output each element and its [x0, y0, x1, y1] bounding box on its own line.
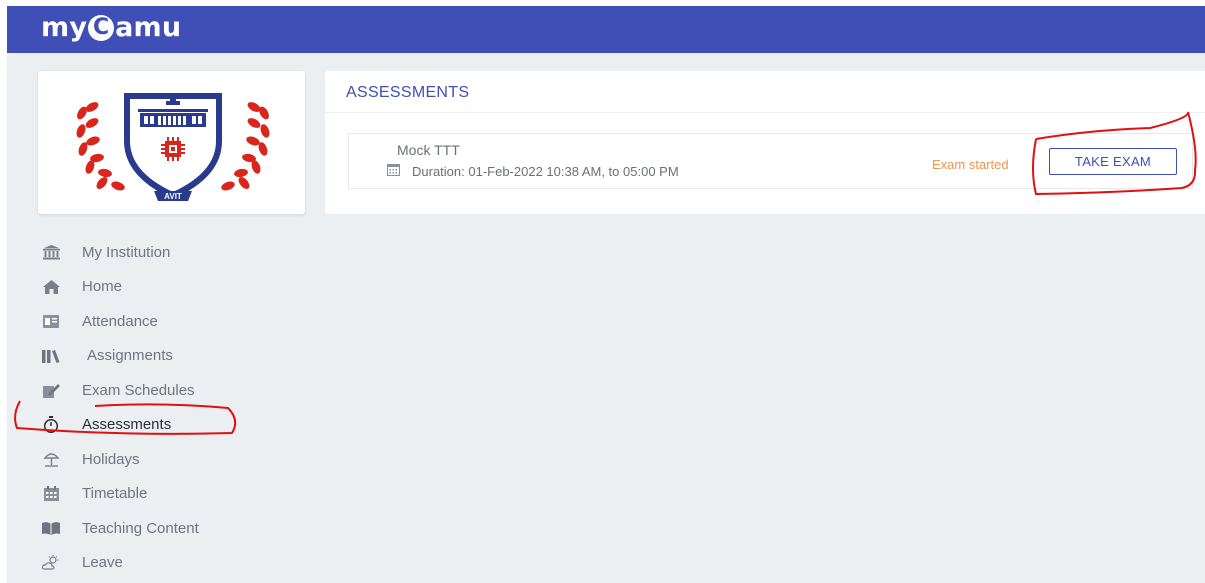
sidebar-item-label: Attendance	[82, 312, 158, 330]
sidebar-item-leave[interactable]: Leave	[38, 546, 298, 581]
main-area: AVIT My Institution Home Attendance Assi…	[7, 53, 1205, 583]
sidebar-item-assignments[interactable]: Assignments	[38, 339, 298, 374]
take-exam-button[interactable]: TAKE EXAM	[1049, 148, 1177, 175]
exam-status: Exam started	[932, 157, 1009, 172]
mycamu-logo[interactable]: my Camu	[41, 12, 181, 43]
avit-emblem: AVIT	[76, 93, 270, 201]
sidebar-item-label: Home	[82, 278, 123, 296]
sidebar-item-label: Teaching Content	[82, 519, 199, 537]
sidebar-item-holidays[interactable]: Holidays	[38, 442, 298, 477]
home-icon	[41, 277, 61, 297]
sidebar-item-label: Exam Schedules	[82, 381, 195, 399]
sidebar-nav: My Institution Home Attendance Assignmen…	[38, 235, 298, 580]
page-title: ASSESSMENTS	[346, 84, 470, 101]
sidebar-item-label: Assignments	[87, 347, 173, 365]
logo-text: AVIT	[164, 192, 182, 201]
institution-icon	[41, 242, 61, 262]
beach-umbrella-icon	[41, 449, 61, 469]
calendar-icon	[387, 163, 400, 179]
open-book-icon	[41, 518, 61, 538]
sidebar-item-label: Assessments	[82, 416, 172, 434]
sidebar-item-label: Holidays	[82, 450, 140, 468]
sidebar-item-teaching-content[interactable]: Teaching Content	[38, 511, 298, 546]
sidebar-item-my-institution[interactable]: My Institution	[38, 235, 298, 270]
divider	[325, 112, 1205, 113]
exam-name: Mock TTT	[397, 142, 460, 158]
attendance-icon	[41, 311, 61, 331]
stopwatch-icon	[41, 415, 61, 435]
assessments-panel: ASSESSMENTS Mock TTT Duration: 01-Feb-20…	[325, 71, 1205, 214]
sidebar-item-home[interactable]: Home	[38, 270, 298, 305]
institution-logo-card: AVIT	[38, 71, 305, 214]
exam-duration-text: Duration: 01-Feb-2022 10:38 AM, to 05:00…	[412, 163, 679, 179]
sidebar-item-timetable[interactable]: Timetable	[38, 477, 298, 512]
sidebar-item-label: Timetable	[82, 485, 148, 503]
calendar-icon	[41, 484, 61, 504]
edit-icon	[41, 380, 61, 400]
weather-icon	[41, 553, 61, 573]
sidebar-item-label: Leave	[82, 554, 123, 572]
sidebar-item-attendance[interactable]: Attendance	[38, 304, 298, 339]
sidebar-item-label: My Institution	[82, 243, 171, 261]
books-icon	[41, 346, 61, 366]
app-header: my Camu	[7, 6, 1205, 53]
sidebar-item-exam-schedules[interactable]: Exam Schedules	[38, 373, 298, 408]
exam-card: Mock TTT Duration: 01-Feb-2022 10:38 AM,…	[348, 133, 1193, 189]
exam-duration: Duration: 01-Feb-2022 10:38 AM, to 05:00…	[387, 163, 679, 179]
sidebar-item-assessments[interactable]: Assessments	[38, 408, 298, 443]
